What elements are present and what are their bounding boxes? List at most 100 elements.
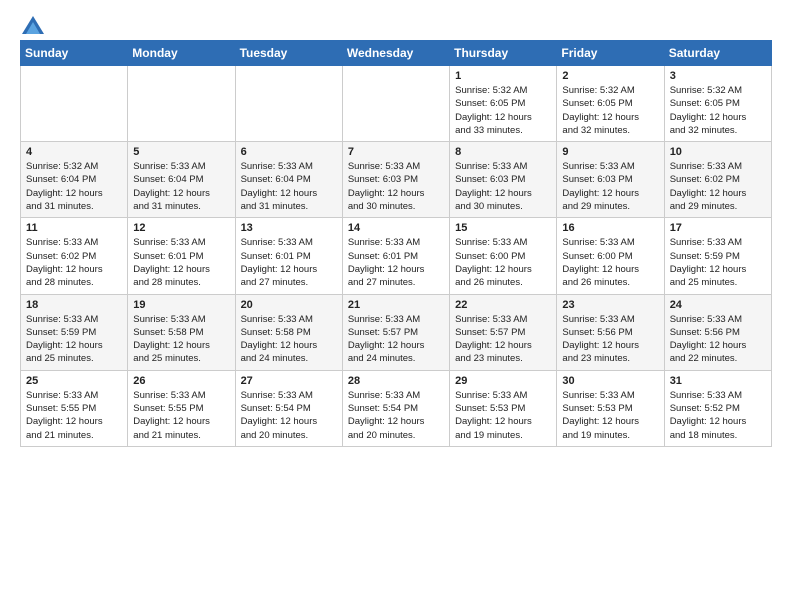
calendar-week-row: 18Sunrise: 5:33 AM Sunset: 5:59 PM Dayli… bbox=[21, 294, 772, 370]
day-info: Sunrise: 5:33 AM Sunset: 5:59 PM Dayligh… bbox=[26, 313, 122, 366]
day-info: Sunrise: 5:33 AM Sunset: 5:54 PM Dayligh… bbox=[241, 389, 337, 442]
calendar-cell: 21 Sunrise: 5:33 AM Sunset: 5:57 PM Dayli… bbox=[342, 294, 449, 370]
day-info: Sunrise: 5:33 AM Sunset: 5:56 PM Dayligh… bbox=[562, 313, 658, 366]
day-number: 13 bbox=[241, 222, 337, 234]
day-number: 7 bbox=[348, 146, 444, 158]
day-number: 3 bbox=[670, 70, 766, 82]
day-info: Sunrise: 5:33 AM Sunset: 6:01 PM Dayligh… bbox=[348, 236, 444, 289]
day-info: Sunrise: 5:33 AM Sunset: 5:59 PM Dayligh… bbox=[670, 236, 766, 289]
day-info: Sunrise: 5:33 AM Sunset: 5:52 PM Dayligh… bbox=[670, 389, 766, 442]
calendar-cell: 13 Sunrise: 5:33 AM Sunset: 6:01 PM Dayli… bbox=[235, 218, 342, 294]
day-info: Sunrise: 5:33 AM Sunset: 6:01 PM Dayligh… bbox=[133, 236, 229, 289]
calendar-cell: 10 Sunrise: 5:33 AM Sunset: 6:02 PM Dayli… bbox=[664, 142, 771, 218]
day-number: 29 bbox=[455, 375, 551, 387]
calendar-week-row: 4 Sunrise: 5:32 AM Sunset: 6:04 PM Daylig… bbox=[21, 142, 772, 218]
day-info: Sunrise: 5:33 AM Sunset: 5:56 PM Dayligh… bbox=[670, 313, 766, 366]
calendar-cell bbox=[235, 66, 342, 142]
calendar-cell: 8 Sunrise: 5:33 AM Sunset: 6:03 PM Daylig… bbox=[450, 142, 557, 218]
calendar-cell: 7 Sunrise: 5:33 AM Sunset: 6:03 PM Daylig… bbox=[342, 142, 449, 218]
day-number: 20 bbox=[241, 299, 337, 311]
day-info: Sunrise: 5:33 AM Sunset: 6:00 PM Dayligh… bbox=[562, 236, 658, 289]
day-info: Sunrise: 5:32 AM Sunset: 6:05 PM Dayligh… bbox=[562, 84, 658, 137]
day-info: Sunrise: 5:33 AM Sunset: 6:00 PM Dayligh… bbox=[455, 236, 551, 289]
calendar-cell: 20 Sunrise: 5:33 AM Sunset: 5:58 PM Dayli… bbox=[235, 294, 342, 370]
calendar-week-row: 25Sunrise: 5:33 AM Sunset: 5:55 PM Dayli… bbox=[21, 370, 772, 446]
day-info: Sunrise: 5:33 AM Sunset: 5:53 PM Dayligh… bbox=[455, 389, 551, 442]
calendar-cell: 16 Sunrise: 5:33 AM Sunset: 6:00 PM Dayli… bbox=[557, 218, 664, 294]
day-info: Sunrise: 5:33 AM Sunset: 6:01 PM Dayligh… bbox=[241, 236, 337, 289]
day-number: 17 bbox=[670, 222, 766, 234]
day-info: Sunrise: 5:33 AM Sunset: 6:02 PM Dayligh… bbox=[26, 236, 122, 289]
day-number: 14 bbox=[348, 222, 444, 234]
page-header bbox=[20, 16, 772, 32]
day-number: 4 bbox=[26, 146, 122, 158]
day-number: 24 bbox=[670, 299, 766, 311]
calendar-cell: 18Sunrise: 5:33 AM Sunset: 5:59 PM Dayli… bbox=[21, 294, 128, 370]
day-number: 10 bbox=[670, 146, 766, 158]
col-header-saturday: Saturday bbox=[664, 41, 771, 66]
day-number: 28 bbox=[348, 375, 444, 387]
calendar-cell: 3Sunrise: 5:32 AM Sunset: 6:05 PM Daylig… bbox=[664, 66, 771, 142]
day-info: Sunrise: 5:33 AM Sunset: 5:58 PM Dayligh… bbox=[133, 313, 229, 366]
calendar-cell: 14 Sunrise: 5:33 AM Sunset: 6:01 PM Dayli… bbox=[342, 218, 449, 294]
day-info: Sunrise: 5:32 AM Sunset: 6:04 PM Dayligh… bbox=[26, 160, 122, 213]
calendar-header-row: SundayMondayTuesdayWednesdayThursdayFrid… bbox=[21, 41, 772, 66]
day-info: Sunrise: 5:33 AM Sunset: 5:53 PM Dayligh… bbox=[562, 389, 658, 442]
day-number: 8 bbox=[455, 146, 551, 158]
calendar-cell: 29 Sunrise: 5:33 AM Sunset: 5:53 PM Dayli… bbox=[450, 370, 557, 446]
calendar-cell: 30 Sunrise: 5:33 AM Sunset: 5:53 PM Dayli… bbox=[557, 370, 664, 446]
day-number: 30 bbox=[562, 375, 658, 387]
day-number: 15 bbox=[455, 222, 551, 234]
calendar-cell bbox=[21, 66, 128, 142]
day-info: Sunrise: 5:33 AM Sunset: 6:03 PM Dayligh… bbox=[562, 160, 658, 213]
day-number: 12 bbox=[133, 222, 229, 234]
day-number: 19 bbox=[133, 299, 229, 311]
logo bbox=[20, 16, 44, 32]
day-info: Sunrise: 5:33 AM Sunset: 5:55 PM Dayligh… bbox=[133, 389, 229, 442]
calendar-cell: 28 Sunrise: 5:33 AM Sunset: 5:54 PM Dayli… bbox=[342, 370, 449, 446]
day-info: Sunrise: 5:33 AM Sunset: 5:58 PM Dayligh… bbox=[241, 313, 337, 366]
day-info: Sunrise: 5:33 AM Sunset: 5:57 PM Dayligh… bbox=[348, 313, 444, 366]
calendar-cell: 15 Sunrise: 5:33 AM Sunset: 6:00 PM Dayli… bbox=[450, 218, 557, 294]
day-number: 16 bbox=[562, 222, 658, 234]
calendar-cell: 2 Sunrise: 5:32 AM Sunset: 6:05 PM Daylig… bbox=[557, 66, 664, 142]
day-info: Sunrise: 5:32 AM Sunset: 6:05 PM Dayligh… bbox=[455, 84, 551, 137]
day-number: 2 bbox=[562, 70, 658, 82]
day-info: Sunrise: 5:33 AM Sunset: 6:04 PM Dayligh… bbox=[241, 160, 337, 213]
col-header-friday: Friday bbox=[557, 41, 664, 66]
calendar-cell: 24 Sunrise: 5:33 AM Sunset: 5:56 PM Dayli… bbox=[664, 294, 771, 370]
day-number: 26 bbox=[133, 375, 229, 387]
day-number: 23 bbox=[562, 299, 658, 311]
day-number: 22 bbox=[455, 299, 551, 311]
day-info: Sunrise: 5:33 AM Sunset: 5:54 PM Dayligh… bbox=[348, 389, 444, 442]
col-header-thursday: Thursday bbox=[450, 41, 557, 66]
calendar-week-row: 11 Sunrise: 5:33 AM Sunset: 6:02 PM Dayli… bbox=[21, 218, 772, 294]
calendar-cell: 22 Sunrise: 5:33 AM Sunset: 5:57 PM Dayli… bbox=[450, 294, 557, 370]
day-number: 21 bbox=[348, 299, 444, 311]
day-info: Sunrise: 5:33 AM Sunset: 6:03 PM Dayligh… bbox=[348, 160, 444, 213]
calendar-cell: 26 Sunrise: 5:33 AM Sunset: 5:55 PM Dayli… bbox=[128, 370, 235, 446]
col-header-wednesday: Wednesday bbox=[342, 41, 449, 66]
calendar-cell: 4 Sunrise: 5:32 AM Sunset: 6:04 PM Daylig… bbox=[21, 142, 128, 218]
day-number: 9 bbox=[562, 146, 658, 158]
day-info: Sunrise: 5:33 AM Sunset: 5:55 PM Dayligh… bbox=[26, 389, 122, 442]
day-info: Sunrise: 5:33 AM Sunset: 6:04 PM Dayligh… bbox=[133, 160, 229, 213]
calendar-cell bbox=[342, 66, 449, 142]
calendar-cell: 27 Sunrise: 5:33 AM Sunset: 5:54 PM Dayli… bbox=[235, 370, 342, 446]
calendar-cell: 1Sunrise: 5:32 AM Sunset: 6:05 PM Daylig… bbox=[450, 66, 557, 142]
col-header-monday: Monday bbox=[128, 41, 235, 66]
day-info: Sunrise: 5:33 AM Sunset: 5:57 PM Dayligh… bbox=[455, 313, 551, 366]
calendar-cell: 12 Sunrise: 5:33 AM Sunset: 6:01 PM Dayli… bbox=[128, 218, 235, 294]
day-number: 31 bbox=[670, 375, 766, 387]
calendar-cell: 25Sunrise: 5:33 AM Sunset: 5:55 PM Dayli… bbox=[21, 370, 128, 446]
day-info: Sunrise: 5:33 AM Sunset: 6:03 PM Dayligh… bbox=[455, 160, 551, 213]
calendar-cell: 9 Sunrise: 5:33 AM Sunset: 6:03 PM Daylig… bbox=[557, 142, 664, 218]
col-header-sunday: Sunday bbox=[21, 41, 128, 66]
calendar-cell: 23 Sunrise: 5:33 AM Sunset: 5:56 PM Dayli… bbox=[557, 294, 664, 370]
day-number: 27 bbox=[241, 375, 337, 387]
day-info: Sunrise: 5:33 AM Sunset: 6:02 PM Dayligh… bbox=[670, 160, 766, 213]
calendar-cell: 5Sunrise: 5:33 AM Sunset: 6:04 PM Daylig… bbox=[128, 142, 235, 218]
calendar-cell: 17 Sunrise: 5:33 AM Sunset: 5:59 PM Dayli… bbox=[664, 218, 771, 294]
calendar-cell bbox=[128, 66, 235, 142]
day-number: 11 bbox=[26, 222, 122, 234]
